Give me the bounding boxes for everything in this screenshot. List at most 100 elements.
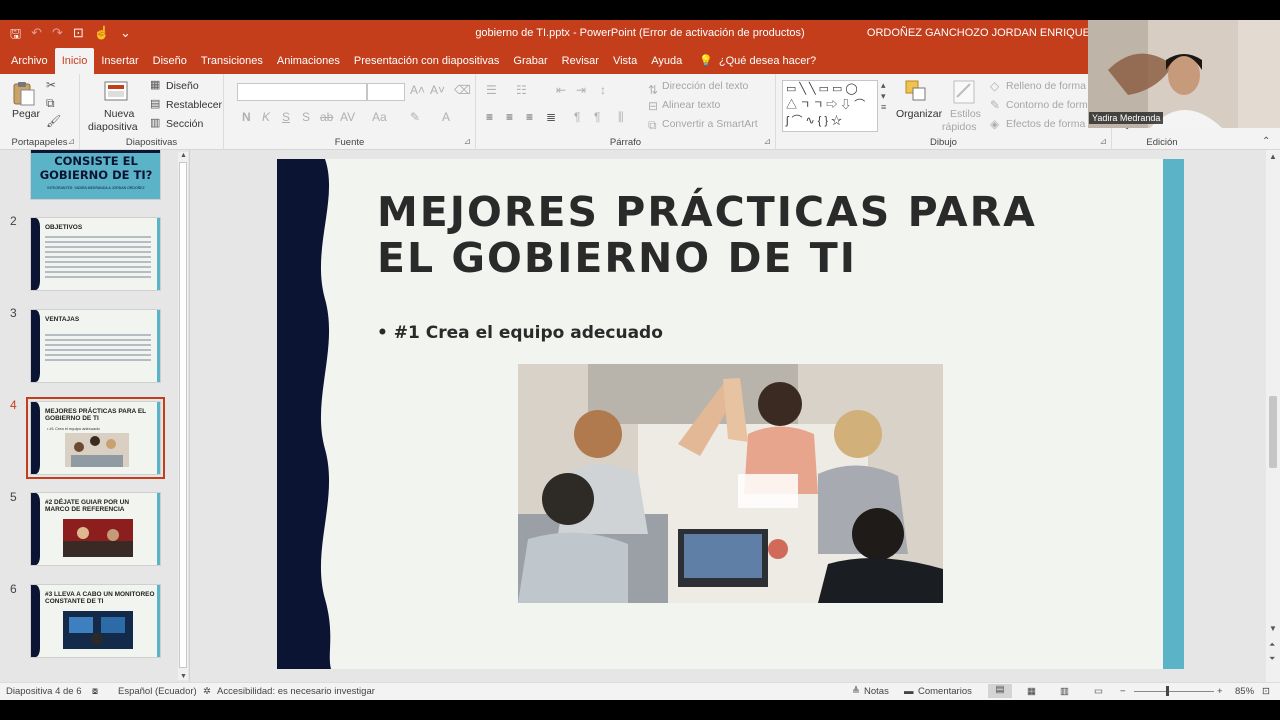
cut-icon[interactable]: ✂ — [46, 78, 56, 92]
quick-styles-line1[interactable]: Estilos — [950, 108, 981, 120]
undo-icon[interactable]: ↶ — [31, 25, 42, 47]
slide-vertical-scrollbar[interactable]: ▲ ▼ ⏶ ⏷ — [1266, 150, 1280, 682]
slide-thumbnail-6[interactable]: #3 LLEVA A CABO UN MONITOREO CONSTANTE D… — [30, 584, 161, 658]
team-high-five-photo[interactable] — [518, 364, 943, 603]
font-name-box[interactable] — [237, 83, 367, 101]
normal-view-icon[interactable]: ▤ — [988, 684, 1012, 698]
new-slide-line1[interactable]: Nueva — [104, 108, 134, 120]
collapse-ribbon-icon[interactable]: ⌃ — [1262, 136, 1270, 147]
change-case-icon[interactable]: Aa — [372, 110, 387, 124]
slide-thumbnail-1[interactable]: CONSISTE EL GOBIERNO DE TI? INTEGRANTES:… — [30, 150, 161, 200]
slide-thumbnail-4[interactable]: MEJORES PRÁCTICAS PARA EL GOBIERNO DE TI… — [26, 397, 165, 479]
strikethrough-icon[interactable]: ab — [320, 110, 333, 124]
new-slide-line2[interactable]: diapositiva — [88, 121, 138, 133]
zoom-out-icon[interactable]: − — [1120, 686, 1126, 697]
justify-icon[interactable]: ≣ — [546, 110, 556, 124]
tab-vista[interactable]: Vista — [606, 48, 644, 74]
zoom-slider-thumb[interactable] — [1166, 686, 1169, 696]
shrink-font-icon[interactable]: A˅ — [430, 83, 445, 97]
slide-thumbnail-5[interactable]: #2 DÉJATE GUIAR POR UN MARCO DE REFERENC… — [30, 492, 161, 566]
reset-button[interactable]: Restablecer — [166, 99, 222, 111]
align-center-icon[interactable]: ≡ — [506, 110, 513, 124]
account-name[interactable]: ORDOÑEZ GANCHOZO JORDAN ENRIQUE — [867, 27, 1090, 39]
font-size-box[interactable] — [367, 83, 405, 101]
dialog-launcher-icon[interactable]: ⊿ — [463, 136, 471, 147]
ltr-icon[interactable]: ¶ — [574, 110, 580, 124]
bold-icon[interactable]: N — [242, 110, 251, 124]
tab-inicio[interactable]: Inicio — [54, 48, 95, 74]
shape-outline-button[interactable]: Contorno de forma — [1006, 99, 1094, 111]
smartart-button[interactable]: Convertir a SmartArt — [662, 118, 758, 130]
notes-button[interactable]: Notas — [864, 686, 889, 697]
align-right-icon[interactable]: ≡ — [526, 110, 533, 124]
shape-fill-button[interactable]: Relleno de forma — [1006, 80, 1086, 92]
layout-button[interactable]: Diseño — [166, 80, 199, 92]
quick-styles-line2[interactable]: rápidos — [942, 121, 976, 133]
touch-mode-icon[interactable]: ☝ — [94, 25, 110, 47]
customize-qat-icon[interactable]: ⌄ — [120, 25, 131, 47]
shapes-gallery[interactable]: ▭╲╲▭▭◯ △ㄱㄱ⇨⇩⌒ ʃ⌒∿{}☆ — [782, 80, 878, 132]
dialog-launcher-icon[interactable]: ⊿ — [763, 136, 771, 147]
highlight-icon[interactable]: ✎ — [410, 110, 420, 124]
zoom-level[interactable]: 85% — [1235, 686, 1254, 697]
line-spacing-icon[interactable]: ↕ — [600, 83, 606, 97]
spacing-icon[interactable]: AV — [340, 110, 355, 124]
language-indicator[interactable]: Español (Ecuador) — [118, 686, 197, 697]
tab-revisar[interactable]: Revisar — [555, 48, 606, 74]
accessibility-status[interactable]: Accesibilidad: es necesario investigar — [217, 686, 375, 697]
tab-presentacion[interactable]: Presentación con diapositivas — [347, 48, 507, 74]
section-button[interactable]: Sección — [166, 118, 203, 130]
tab-transiciones[interactable]: Transiciones — [194, 48, 270, 74]
arrange-icon[interactable] — [904, 79, 928, 105]
tab-grabar[interactable]: Grabar — [506, 48, 554, 74]
grow-font-icon[interactable]: A˄ — [410, 83, 425, 97]
spellcheck-icon[interactable]: ⧇ — [92, 686, 98, 697]
clear-format-icon[interactable]: ⌫ — [454, 83, 471, 97]
slide-counter[interactable]: Diapositiva 4 de 6 — [6, 686, 82, 697]
slide-thumbnail-2[interactable]: OBJETIVOS — [30, 217, 161, 291]
quick-styles-icon[interactable] — [952, 79, 976, 105]
rtl-icon[interactable]: ¶ — [594, 110, 600, 124]
paste-button[interactable]: Pegar — [12, 108, 40, 120]
slide-sorter-icon[interactable]: ▦ — [1027, 686, 1036, 697]
italic-icon[interactable]: K — [262, 110, 270, 124]
tell-me-box[interactable]: 💡 ¿Qué desea hacer? — [689, 48, 823, 74]
shadow-icon[interactable]: S — [302, 110, 310, 124]
columns-icon[interactable]: ⫼ — [618, 110, 624, 125]
slide-scroll-thumb[interactable] — [1269, 396, 1277, 468]
shape-effects-button[interactable]: Efectos de forma — [1006, 118, 1085, 130]
previous-slide-icon[interactable]: ⏶ — [1269, 640, 1275, 650]
tab-insertar[interactable]: Insertar — [94, 48, 145, 74]
reading-view-icon[interactable]: ▥ — [1060, 686, 1069, 697]
present-icon[interactable]: ⊡ — [73, 25, 84, 47]
text-direction-button[interactable]: Dirección del texto — [662, 80, 748, 92]
tab-animaciones[interactable]: Animaciones — [270, 48, 347, 74]
save-icon[interactable]: 🖫 — [10, 25, 21, 47]
decrease-indent-icon[interactable]: ⇤ — [556, 83, 566, 97]
thumbnail-scroll-thumb[interactable] — [179, 162, 187, 668]
thumbnail-scrollbar[interactable]: ▲ ▼ — [178, 152, 188, 680]
fit-to-window-icon[interactable]: ⊡ — [1262, 686, 1270, 697]
redo-icon[interactable]: ↷ — [52, 25, 63, 47]
paste-icon[interactable] — [12, 80, 36, 106]
tab-diseno[interactable]: Diseño — [146, 48, 194, 74]
align-left-icon[interactable]: ≡ — [486, 110, 493, 124]
tab-ayuda[interactable]: Ayuda — [644, 48, 689, 74]
zoom-slider[interactable] — [1134, 691, 1214, 692]
slide-canvas[interactable]: MEJORES PRÁCTICAS PARA EL GOBIERNO DE TI… — [277, 159, 1184, 669]
numbering-icon[interactable]: ☷ — [516, 83, 527, 97]
tab-archivo[interactable]: Archivo — [4, 48, 55, 74]
zoom-in-icon[interactable]: + — [1217, 686, 1223, 697]
bullets-icon[interactable]: ☰ — [486, 83, 497, 97]
slide-bullet[interactable]: • #1 Crea el equipo adecuado — [377, 323, 663, 343]
copy-icon[interactable]: ⧉ — [46, 96, 55, 111]
align-text-button[interactable]: Alinear texto — [662, 99, 720, 111]
slide-thumbnail-3[interactable]: VENTAJAS — [30, 309, 161, 383]
scroll-up-icon[interactable]: ▲ — [180, 152, 187, 159]
comments-button[interactable]: Comentarios — [918, 686, 972, 697]
font-color-icon[interactable]: A — [442, 110, 450, 124]
dialog-launcher-icon[interactable]: ⊿ — [1099, 136, 1107, 147]
arrange-button[interactable]: Organizar — [896, 108, 942, 120]
new-slide-icon[interactable] — [104, 79, 128, 105]
scroll-up-icon[interactable]: ▲ — [1269, 152, 1277, 161]
